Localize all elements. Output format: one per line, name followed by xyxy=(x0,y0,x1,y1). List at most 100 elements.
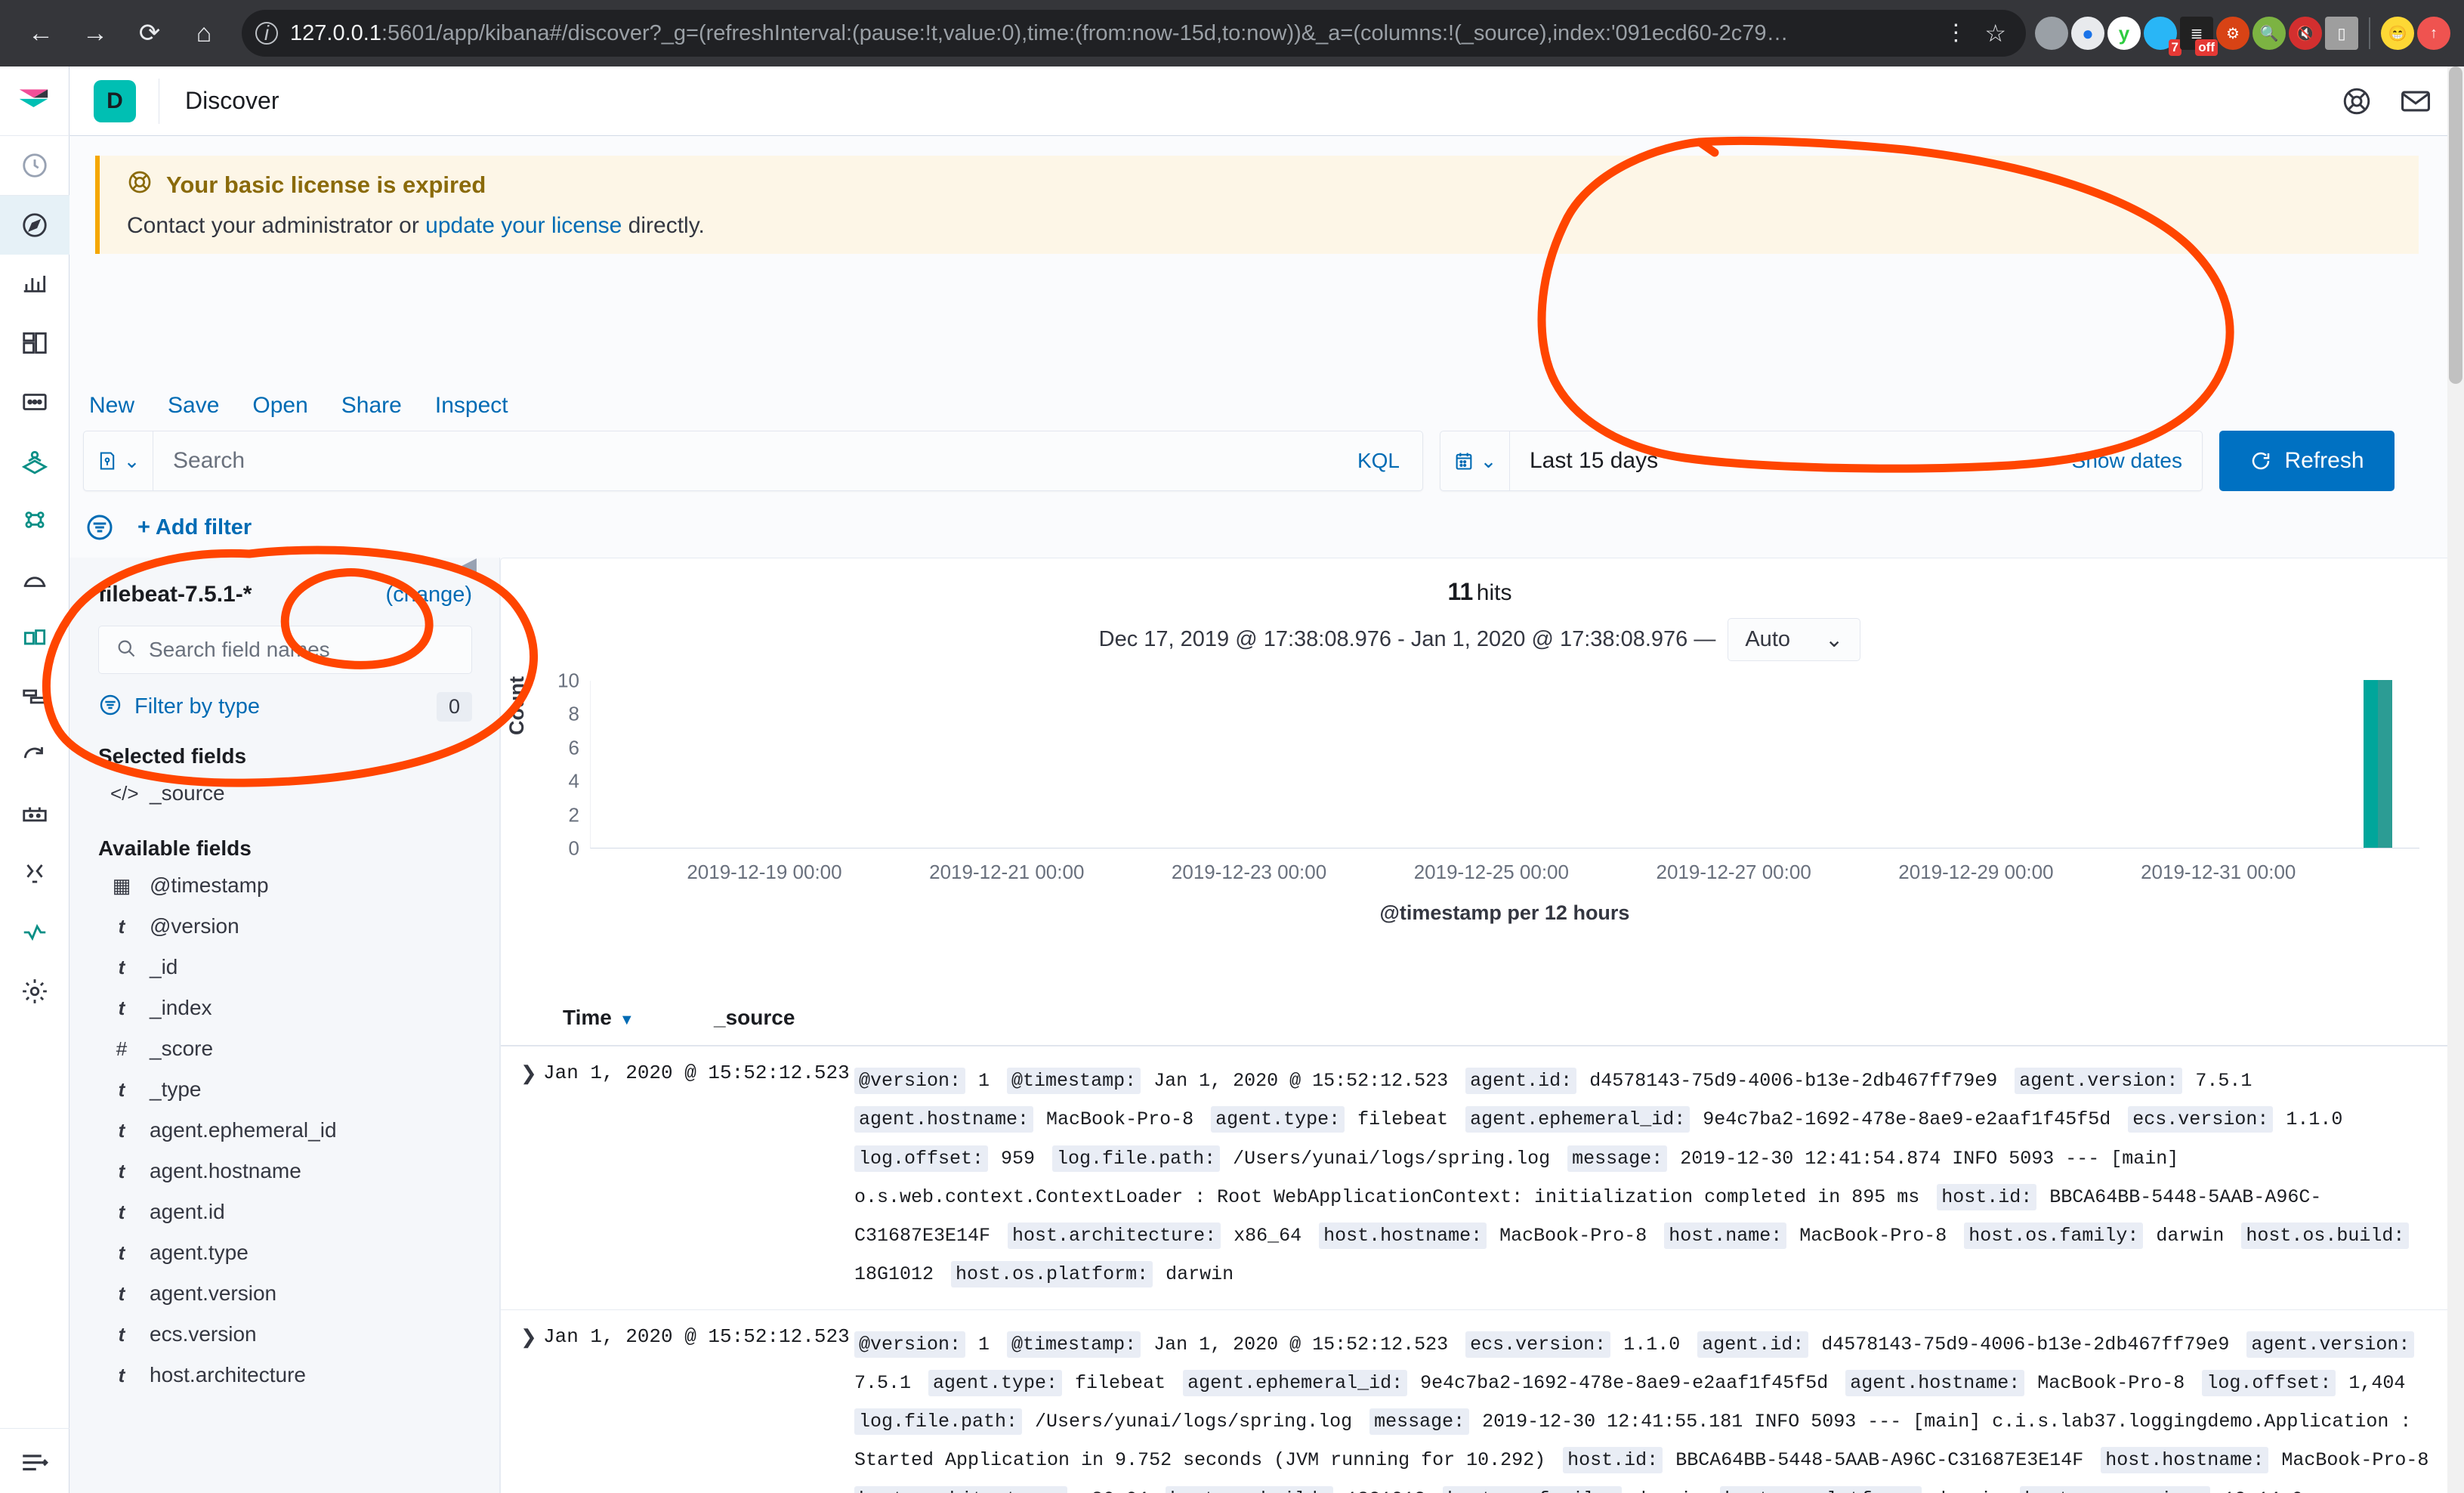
mute-extension-icon[interactable]: 🔇 xyxy=(2289,17,2322,50)
elastic-logo-icon[interactable] xyxy=(0,66,69,136)
emoji-extension-icon[interactable]: 😁 xyxy=(2381,17,2414,50)
expand-row-icon[interactable]: ❯ xyxy=(501,1062,543,1294)
sidebar-item-maps[interactable] xyxy=(0,431,69,490)
source-field-value: 9e4c7ba2-1692-478e-8ae9-e2aaf1f45f5d xyxy=(1409,1371,1840,1394)
sitemap-extension-icon[interactable]: ⚙ xyxy=(2216,17,2249,50)
field-item[interactable]: t _index xyxy=(69,988,499,1028)
collapse-panel-icon[interactable]: ◀ xyxy=(452,552,482,582)
share-button[interactable]: Share xyxy=(341,393,402,419)
sidebar-item-infrastructure[interactable] xyxy=(0,549,69,608)
field-item[interactable]: ▦ @timestamp xyxy=(69,865,499,906)
scrollbar-thumb[interactable] xyxy=(2449,66,2462,384)
field-item[interactable]: t agent.type xyxy=(69,1232,499,1273)
sidebar-item-uptime[interactable] xyxy=(0,726,69,785)
upload-extension-icon[interactable]: ↑ xyxy=(2417,17,2450,50)
field-item-source[interactable]: </> _source xyxy=(69,773,499,814)
address-bar[interactable]: i 127.0.0.1:5601/app/kibana#/discover?_g… xyxy=(242,10,2026,57)
interval-select[interactable]: Auto ⌄ xyxy=(1728,618,1861,661)
field-item[interactable]: t _type xyxy=(69,1069,499,1110)
field-item[interactable]: # _score xyxy=(69,1028,499,1069)
field-item[interactable]: t agent.id xyxy=(69,1192,499,1232)
sidebar-item-monitoring[interactable] xyxy=(0,903,69,962)
x-axis-label: @timestamp per 12 hours xyxy=(1379,901,1630,924)
calendar-icon[interactable]: ⌄ xyxy=(1440,431,1510,490)
source-field-value: d4578143-75d9-4006-b13e-2db467ff79e9 xyxy=(1578,1070,2009,1092)
add-filter-button[interactable]: + Add filter xyxy=(137,515,252,540)
source-field-value: 7.5.1 xyxy=(2184,1070,2252,1092)
recently-viewed-icon[interactable] xyxy=(0,136,69,195)
sidebar-item-dashboard[interactable] xyxy=(0,314,69,372)
field-item[interactable]: t _id xyxy=(69,947,499,988)
generic-green-extension-icon[interactable] xyxy=(2035,17,2068,50)
sidebar-item-apm[interactable] xyxy=(0,667,69,726)
page-scrollbar[interactable] xyxy=(2447,66,2464,1493)
sidebar-item-canvas[interactable] xyxy=(0,372,69,431)
source-field-value: MacBook-Pro-8 xyxy=(1035,1108,1206,1131)
histogram-bar[interactable] xyxy=(2378,680,2392,848)
inspect-button[interactable]: Inspect xyxy=(435,393,508,419)
sidebar-item-machine-learning[interactable] xyxy=(0,490,69,549)
update-license-link[interactable]: update your license xyxy=(425,213,622,238)
query-language-button[interactable]: KQL xyxy=(1335,449,1422,473)
home-button[interactable]: ⌂ xyxy=(183,12,225,54)
reload-button[interactable]: ⟳ xyxy=(128,12,171,54)
field-item[interactable]: t ecs.version xyxy=(69,1314,499,1355)
url-rest: :5601/app/kibana#/discover?_g=(refreshIn… xyxy=(381,20,1789,45)
field-type-icon: t xyxy=(118,1363,125,1386)
source-field-value: 959 xyxy=(990,1147,1047,1170)
field-item[interactable]: t agent.version xyxy=(69,1273,499,1314)
sidebar-item-discover[interactable] xyxy=(0,196,69,255)
show-dates-button[interactable]: Show dates xyxy=(2072,449,2202,473)
change-index-pattern-link[interactable]: (change) xyxy=(386,583,472,607)
open-button[interactable]: Open xyxy=(252,393,307,419)
column-source[interactable]: _source xyxy=(714,1006,795,1030)
back-button[interactable]: ← xyxy=(20,12,62,54)
sidebar-item-dev-tools[interactable] xyxy=(0,844,69,903)
plot-area[interactable] xyxy=(590,680,2419,849)
time-range-text: Dec 17, 2019 @ 17:38:08.976 - Jan 1, 202… xyxy=(1098,627,1716,651)
filter-by-type-row[interactable]: Filter by type 0 xyxy=(98,692,472,722)
field-item[interactable]: t agent.hostname xyxy=(69,1151,499,1192)
table-row[interactable]: ❯ Jan 1, 2020 @ 15:52:12.523 @version: 1 @… xyxy=(501,1310,2459,1493)
sidebar-item-logs[interactable] xyxy=(0,608,69,667)
source-field-key: agent.ephemeral_id: xyxy=(1183,1369,1408,1396)
field-item[interactable]: t @version xyxy=(69,906,499,947)
blue-counter-extension-icon[interactable]: 7 xyxy=(2144,17,2181,56)
field-search-input[interactable]: Search field names xyxy=(98,626,472,674)
help-icon[interactable] xyxy=(2340,85,2373,118)
field-name: agent.type xyxy=(150,1241,249,1264)
sidebar-item-siem[interactable] xyxy=(0,785,69,844)
battery-extension-icon[interactable]: ▯ xyxy=(2325,17,2358,50)
site-info-icon[interactable]: i xyxy=(255,21,278,45)
refresh-button[interactable]: Refresh xyxy=(2219,431,2395,491)
expand-row-icon[interactable]: ❯ xyxy=(501,1325,543,1493)
mail-icon[interactable] xyxy=(2399,85,2432,118)
histogram-bar-group[interactable] xyxy=(2364,680,2392,848)
bookmark-star-icon[interactable]: ☆ xyxy=(1978,19,2012,48)
magnifier-extension-icon[interactable]: 🔍 xyxy=(2252,17,2286,50)
sidebar-item-visualize[interactable] xyxy=(0,255,69,314)
chevron-down-icon: ⌄ xyxy=(1825,628,1844,652)
new-button[interactable]: New xyxy=(89,393,134,419)
forward-button[interactable]: → xyxy=(74,12,116,54)
source-field-key: host.name: xyxy=(1664,1223,1787,1249)
yandex-extension-icon[interactable]: у xyxy=(2107,17,2141,50)
field-item[interactable]: t host.architecture xyxy=(69,1355,499,1396)
search-input[interactable]: Search xyxy=(153,448,1335,474)
saved-query-button[interactable]: ⌄ xyxy=(84,431,153,490)
table-row[interactable]: ❯ Jan 1, 2020 @ 15:52:12.523 @version: 1 @… xyxy=(501,1046,2459,1310)
filter-options-icon[interactable] xyxy=(83,511,116,544)
save-button[interactable]: Save xyxy=(168,393,219,419)
date-range-value[interactable]: Last 15 days xyxy=(1510,448,2072,474)
column-time[interactable]: Time ▼ xyxy=(501,1006,714,1030)
source-field-key: host.hostname: xyxy=(1319,1223,1487,1249)
field-type-icon: t xyxy=(118,1200,125,1223)
page-menu-icon[interactable]: ⋮ xyxy=(1934,22,1978,45)
collapse-nav-button[interactable] xyxy=(0,1428,69,1493)
field-item[interactable]: t agent.ephemeral_id xyxy=(69,1110,499,1151)
histogram-chart[interactable]: Count 0 2 4 6 8 10 2019-12-19 00:00 2019-12-21… xyxy=(501,669,2459,924)
histogram-bar[interactable] xyxy=(2364,680,2378,848)
water-drop-extension-icon[interactable]: ● xyxy=(2071,17,2104,50)
sidebar-item-management[interactable] xyxy=(0,962,69,1021)
list-toggle-extension-icon[interactable]: ≣ off xyxy=(2180,17,2218,56)
